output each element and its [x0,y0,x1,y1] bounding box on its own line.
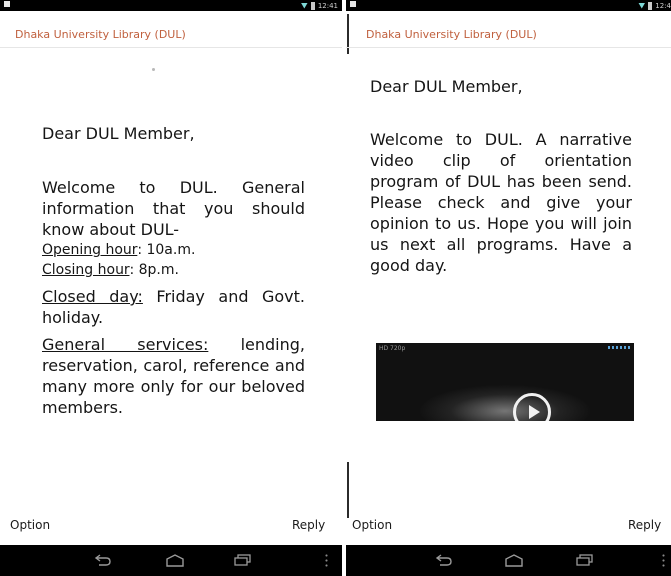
notification-icon [4,1,10,7]
right-phone-screen: 12:4 Dhaka University Library (DUL) Dear… [346,0,671,576]
status-indicators: 12:4 [638,0,671,11]
services-line: General services: lending, reservation, … [42,334,305,418]
reply-button[interactable]: Reply [628,518,661,532]
notification-icon [350,1,356,7]
opening-hour-label: Opening hour [42,242,138,258]
closing-hour-line: Closing hour: 8p.m. [42,260,305,280]
play-triangle [529,405,540,419]
left-phone-screen: 12:41 Dhaka University Library (DUL) Dea… [0,0,342,576]
navigation-bar [346,545,671,576]
wifi-icon [638,2,646,9]
greeting-text: Dear DUL Member, [42,124,195,143]
back-icon[interactable] [429,545,459,576]
menu-icon[interactable] [662,553,665,567]
option-button[interactable]: Option [10,518,50,532]
recent-apps-icon[interactable] [228,545,258,576]
option-button[interactable]: Option [352,518,392,532]
status-bar: 12:41 [0,0,342,11]
message-body: Dear DUL Member, Welcome to DUL. A narra… [370,76,632,276]
battery-icon [648,1,653,10]
status-indicators: 12:41 [300,0,338,11]
status-bar: 12:4 [346,0,671,11]
loading-indicator [152,68,155,71]
back-icon[interactable] [88,545,118,576]
opening-hour-line: Opening hour: 10a.m. [42,240,305,260]
window-edge [347,14,349,54]
video-quality-label: HD 720p [379,345,406,352]
video-indicator [608,346,630,349]
closing-hour-value: : 8p.m. [129,262,179,278]
status-time: 12:4 [655,1,671,10]
closed-day-label: Closed day: [42,287,143,306]
closing-hour-label: Closing hour [42,262,130,278]
intro-text: Welcome to DUL. General information that… [42,178,305,239]
app-title: Dhaka University Library (DUL) [366,28,537,41]
home-icon[interactable] [160,545,190,576]
greeting-text: Dear DUL Member, [370,77,523,96]
opening-hour-value: : 10a.m. [137,242,196,258]
home-icon[interactable] [499,545,529,576]
header-divider [346,47,671,48]
wifi-icon [300,2,308,9]
app-title: Dhaka University Library (DUL) [15,28,186,41]
message-text: Welcome to DUL. A narrative video clip o… [370,130,632,275]
video-spotlight [420,385,590,421]
recent-apps-icon[interactable] [570,545,600,576]
video-player[interactable]: HD 720p [376,343,634,421]
navigation-bar [0,545,342,576]
menu-icon[interactable] [325,553,328,567]
message-body: Dear DUL Member, Welcome to DUL. General… [42,123,305,418]
status-time: 12:41 [317,1,338,10]
header-divider [0,47,342,48]
window-edge-lower [347,462,349,518]
services-label: General services: [42,335,209,354]
battery-icon [310,1,315,10]
reply-button[interactable]: Reply [292,518,325,532]
closed-day-line: Closed day: Friday and Govt. holiday. [42,286,305,328]
